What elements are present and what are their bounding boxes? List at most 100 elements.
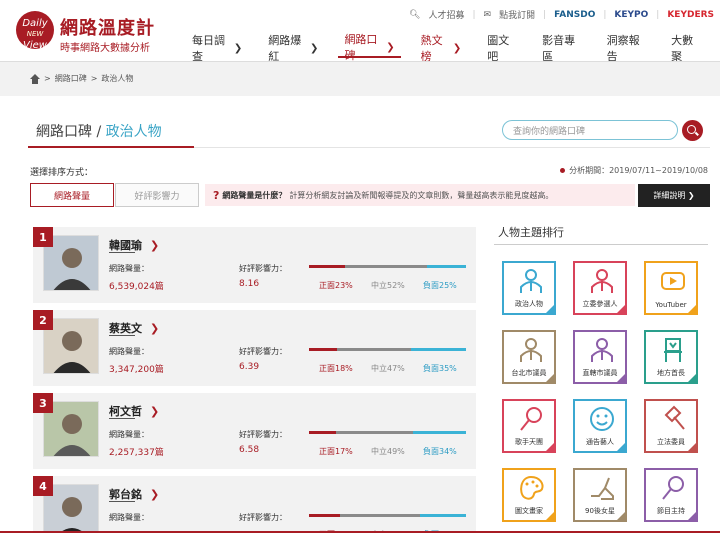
chair-icon: [664, 338, 682, 362]
volume-label: 網路聲量：: [109, 264, 149, 273]
nav-insight[interactable]: 洞察報告: [601, 34, 652, 63]
logo-text-view: View: [23, 40, 47, 51]
subscribe-icon: ✉: [483, 9, 492, 20]
topic-tile[interactable]: YouTuber: [644, 261, 698, 315]
tab-influence[interactable]: 好評影響力: [115, 183, 199, 207]
question-icon: ?: [213, 188, 220, 202]
divider: |: [656, 9, 660, 20]
tile-corner-mark: [688, 512, 696, 520]
rank-badge: 2: [33, 310, 53, 330]
keypo-link[interactable]: KEYPO: [614, 10, 648, 20]
page-title-main: 網路口碑: [36, 124, 92, 140]
subscribe-link[interactable]: 點我訂閱: [499, 8, 535, 21]
nav-big-data[interactable]: 大數聚: [665, 34, 706, 63]
info-text: 計算分析網友討論及新聞報導提及的文章則數，聲量越高表示能見度越高。: [289, 190, 554, 200]
divider: [494, 244, 708, 245]
details-button[interactable]: 詳細說明 ❯: [638, 184, 710, 207]
sentiment-neutral-segment: [335, 431, 413, 434]
breadcrumb-reputation[interactable]: 網路口碑: [55, 73, 87, 84]
volume-value: 3,347,200篇: [109, 365, 164, 375]
person-name[interactable]: 蔡英文 ❯: [109, 320, 159, 336]
tile-corner-mark: [546, 374, 554, 382]
heel-icon: [591, 477, 614, 500]
topic-tile[interactable]: 台北市議員: [502, 330, 556, 384]
jobs-link[interactable]: 人才招募: [428, 8, 464, 21]
person-name[interactable]: 郭台銘 ❯: [109, 486, 159, 502]
sentiment-negative-segment: [412, 431, 466, 434]
table-row[interactable]: 4郭台銘❯網路聲量：好評影響力：正面20%中立51%負面29%: [33, 476, 476, 533]
negative-label: 負面: [423, 364, 439, 373]
smiley-icon: [590, 407, 614, 431]
topic-tile[interactable]: 地方首長: [644, 330, 698, 384]
topic-tile[interactable]: 90後女星: [573, 468, 627, 522]
nav-hot-articles[interactable]: 熱文榜 ❯: [415, 34, 468, 63]
negative-label: 負面: [423, 281, 439, 290]
person-name[interactable]: 柯文哲 ❯: [109, 403, 159, 419]
neutral-value: 47%: [387, 364, 405, 373]
fansdo-link[interactable]: FANSDO: [554, 10, 595, 20]
topic-tile[interactable]: 節目主持: [644, 468, 698, 522]
nav-label: 圖文吧: [487, 34, 510, 63]
topic-tile[interactable]: 圖文畫家: [502, 468, 556, 522]
nav-video[interactable]: 影音專區: [536, 34, 587, 63]
logo-title[interactable]: 網路溫度計: [60, 14, 155, 40]
sentiment-negative-segment: [426, 265, 466, 268]
nav-label: 網路口碑: [344, 33, 378, 62]
topic-tile[interactable]: 通告藝人: [573, 399, 627, 453]
search-input[interactable]: 查詢你的網路口碑: [502, 120, 678, 140]
tile-corner-mark: [617, 443, 625, 451]
divider: |: [472, 9, 476, 20]
positive-label: 正面: [319, 281, 335, 290]
positive-value: 18%: [335, 364, 353, 373]
search-button[interactable]: [682, 120, 703, 141]
sentiment-bar: [309, 514, 466, 517]
breadcrumb-politicians[interactable]: 政治人物: [101, 73, 133, 84]
topic-tile[interactable]: 立委參選人: [573, 261, 627, 315]
sentiment-negative-segment: [411, 348, 466, 351]
topic-tile[interactable]: 歌手天團: [502, 399, 556, 453]
table-row[interactable]: 3 柯文哲 ❯ 網路聲量： 2,257,337篇 好評影響力： 6.58 正面17% 中立49%…: [33, 393, 476, 469]
logo-badge[interactable]: Daily NEW View: [16, 11, 54, 51]
name-underline: [109, 252, 135, 253]
table-row[interactable]: 2 蔡英文 ❯ 網路聲量： 3,347,200篇 好評影響力： 6.39 正面18% 中立47%…: [33, 310, 476, 386]
divider: |: [603, 9, 607, 20]
person-icon: [591, 338, 613, 362]
nav-reputation[interactable]: 網路口碑 ❯: [338, 33, 401, 62]
nav-image-bar[interactable]: 圖文吧: [481, 34, 522, 63]
chevron-right-icon: ❯: [150, 488, 160, 501]
nav-daily-survey[interactable]: 每日調查 ❯: [186, 34, 248, 63]
topic-tile[interactable]: 直轄市議員: [573, 330, 627, 384]
home-icon[interactable]: [30, 73, 40, 84]
topic-tile-label: 節目主持: [657, 507, 685, 515]
topic-tile[interactable]: 立法委員: [644, 399, 698, 453]
topic-tile[interactable]: 政治人物: [502, 261, 556, 315]
rank-badge: 4: [33, 476, 53, 496]
rank-badge: 1: [33, 227, 53, 247]
keyders-link[interactable]: KEYDERS: [667, 10, 714, 20]
chevron-down-icon: ❯: [233, 42, 243, 54]
person-name-text: 韓國瑜: [109, 239, 142, 252]
sentiment-neutral-segment: [337, 348, 412, 351]
divider: |: [543, 9, 547, 20]
tile-corner-mark: [546, 305, 554, 313]
sentiment-neutral-segment: [345, 265, 427, 268]
period-text: 分析期間：2019/07/11~2019/10/08: [569, 166, 708, 175]
search-icon[interactable]: 🔍︎: [409, 10, 420, 20]
sentiment-neutral-segment: [340, 514, 421, 517]
sort-label: 選擇排序方式：: [30, 168, 94, 178]
analysis-period: 分析期間：2019/07/11~2019/10/08: [560, 165, 708, 176]
nav-viral[interactable]: 網路爆紅 ❯: [262, 34, 324, 63]
nav-label: 網路爆紅: [268, 34, 302, 63]
chevron-right-icon: ❯: [150, 405, 160, 418]
table-row[interactable]: 1 韓國瑜 ❯ 網路聲量： 6,539,024篇 好評影響力： 8.16 正面23% 中立52%…: [33, 227, 476, 303]
neutral-label: 中立: [371, 447, 387, 456]
info-banner: ? 網路聲量是什麼？ 計算分析網友討論及新聞報導提及的文章則數，聲量越高表示能見…: [205, 184, 635, 206]
sentiment-positive-segment: [309, 348, 338, 351]
tab-volume[interactable]: 網路聲量: [30, 183, 114, 207]
breadcrumb-sep: >: [90, 74, 98, 83]
main-nav: 每日調查 ❯ 網路爆紅 ❯ 網路口碑 ❯ 熱文榜 ❯ 圖文吧 影音專區 洞察報告 大數聚: [186, 33, 720, 63]
chevron-down-icon: ❯: [310, 42, 319, 54]
person-name[interactable]: 韓國瑜 ❯: [109, 237, 159, 253]
person-icon: [520, 338, 542, 362]
tile-corner-mark: [688, 305, 696, 313]
